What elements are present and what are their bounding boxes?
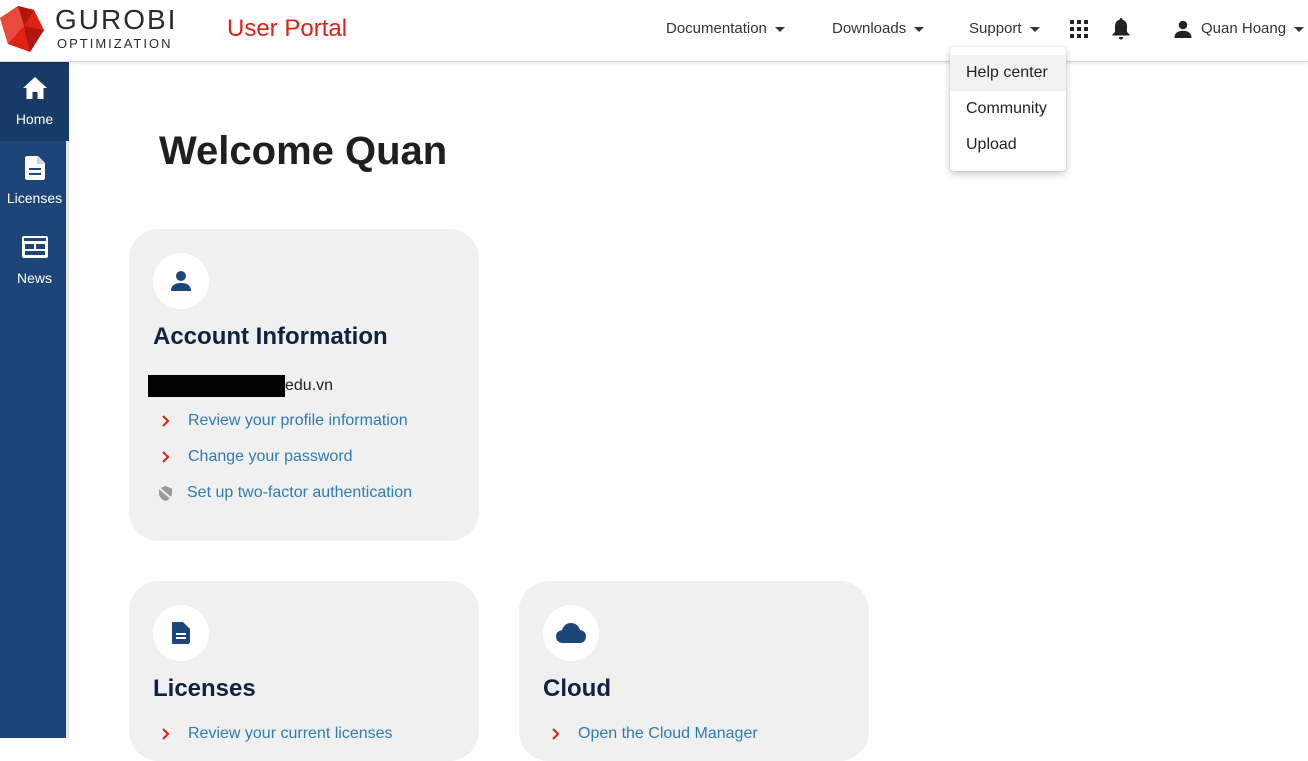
- card-title: Licenses: [153, 675, 256, 702]
- portal-title[interactable]: User Portal: [227, 15, 347, 43]
- two-factor-link[interactable]: Set up two-factor authentication: [157, 482, 413, 504]
- email-suffix: edu.vn: [285, 377, 334, 394]
- top-bar: GUROBI OPTIMIZATION User Portal Document…: [0, 0, 1308, 62]
- page-title: Welcome Quan: [159, 129, 448, 173]
- chevron-right-icon: [552, 728, 560, 740]
- bell-icon[interactable]: [1112, 18, 1130, 40]
- link-label: Set up two-factor authentication: [187, 484, 413, 501]
- account-information-card: Account Information edu.vn Review your p…: [129, 229, 479, 541]
- card-icon-badge: [153, 253, 209, 309]
- account-email: edu.vn: [148, 375, 333, 397]
- open-cloud-manager-link[interactable]: Open the Cloud Manager: [549, 723, 758, 745]
- sidebar-item-label: Licenses: [6, 190, 63, 206]
- sidebar-item-label: Home: [15, 111, 54, 127]
- link-label: Review your current licenses: [188, 725, 393, 742]
- card-title: Account Information: [153, 323, 388, 350]
- nav-support-label: Support: [969, 20, 1022, 37]
- menu-item-community[interactable]: Community: [950, 91, 1066, 127]
- chevron-right-icon: [162, 728, 170, 740]
- review-licenses-link[interactable]: Review your current licenses: [159, 723, 393, 745]
- person-icon: [171, 271, 191, 291]
- user-name: Quan Hoang: [1201, 20, 1287, 37]
- menu-item-upload[interactable]: Upload: [950, 127, 1066, 163]
- caret-down-icon: [1294, 26, 1305, 32]
- home-icon: [22, 77, 47, 99]
- logo-subtitle: OPTIMIZATION: [57, 36, 173, 51]
- nav-downloads[interactable]: Downloads: [832, 19, 925, 39]
- sidebar-item-label: News: [16, 270, 52, 286]
- card-title: Cloud: [543, 675, 611, 702]
- nav-downloads-label: Downloads: [832, 20, 907, 37]
- change-password-link[interactable]: Change your password: [159, 446, 353, 468]
- link-label: Change your password: [188, 448, 353, 465]
- licenses-card: Licenses Review your current licenses: [129, 581, 479, 761]
- nav-documentation-label: Documentation: [666, 20, 767, 37]
- document-icon: [172, 622, 190, 644]
- review-profile-link[interactable]: Review your profile information: [159, 410, 408, 432]
- caret-down-icon: [914, 26, 925, 32]
- nav-support[interactable]: Support: [969, 19, 1040, 39]
- newspaper-icon: [21, 236, 48, 258]
- nav-documentation[interactable]: Documentation: [666, 19, 785, 39]
- menu-item-help-center[interactable]: Help center: [950, 55, 1066, 91]
- cloud-card: Cloud Open the Cloud Manager: [519, 581, 869, 761]
- sidebar: Home Licenses News: [0, 62, 69, 738]
- person-icon: [1174, 20, 1192, 38]
- sidebar-item-news[interactable]: News: [0, 221, 69, 300]
- link-label: Open the Cloud Manager: [578, 725, 758, 742]
- cloud-icon: [556, 623, 586, 643]
- shield-off-icon: [157, 485, 174, 501]
- redacted-block: [148, 375, 285, 397]
- chevron-right-icon: [162, 415, 170, 427]
- sidebar-item-home[interactable]: Home: [0, 62, 69, 141]
- gurobi-logo-icon[interactable]: [0, 4, 46, 54]
- card-icon-badge: [543, 605, 599, 661]
- support-dropdown-menu: Help center Community Upload: [950, 47, 1066, 171]
- chevron-right-icon: [162, 451, 170, 463]
- logo-wordmark: GUROBI: [55, 4, 178, 35]
- apps-grid-icon[interactable]: [1070, 20, 1088, 38]
- document-icon: [24, 156, 45, 180]
- sidebar-item-licenses[interactable]: Licenses: [0, 141, 69, 220]
- link-label: Review your profile information: [188, 412, 408, 429]
- caret-down-icon: [774, 26, 785, 32]
- caret-down-icon: [1029, 26, 1040, 32]
- card-icon-badge: [153, 605, 209, 661]
- user-menu[interactable]: Quan Hoang: [1174, 19, 1305, 39]
